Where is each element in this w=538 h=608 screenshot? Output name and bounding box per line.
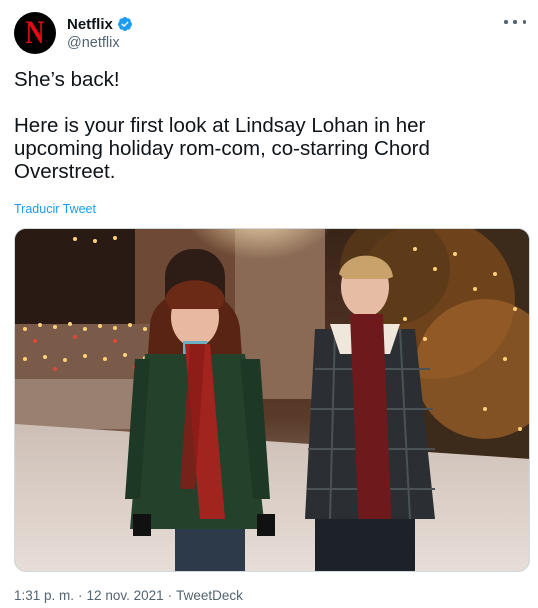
verified-badge-icon bbox=[117, 16, 133, 32]
meta-separator: · bbox=[78, 588, 83, 603]
meta-separator: · bbox=[167, 588, 173, 603]
tweet-source[interactable]: TweetDeck bbox=[176, 588, 243, 603]
timestamp-date[interactable]: 12 nov. 2021 bbox=[87, 588, 164, 603]
timestamp-time[interactable]: 1:31 p. m. bbox=[14, 588, 74, 603]
translate-tweet-link[interactable]: Traducir Tweet bbox=[14, 202, 96, 216]
avatar[interactable]: N bbox=[14, 12, 56, 54]
author-block: Netflix @netflix bbox=[67, 14, 133, 51]
tweet-text: She’s back! Here is your first look at L… bbox=[14, 68, 430, 183]
more-options-icon[interactable] bbox=[504, 14, 526, 30]
handle[interactable]: @netflix bbox=[67, 35, 133, 51]
name-row: Netflix bbox=[67, 14, 133, 34]
netflix-logo-icon: N bbox=[25, 14, 45, 51]
display-name[interactable]: Netflix bbox=[67, 16, 113, 33]
tweet-photo[interactable] bbox=[14, 228, 530, 572]
tweet-meta: 1:31 p. m. · 12 nov. 2021 · TweetDeck bbox=[14, 588, 243, 603]
